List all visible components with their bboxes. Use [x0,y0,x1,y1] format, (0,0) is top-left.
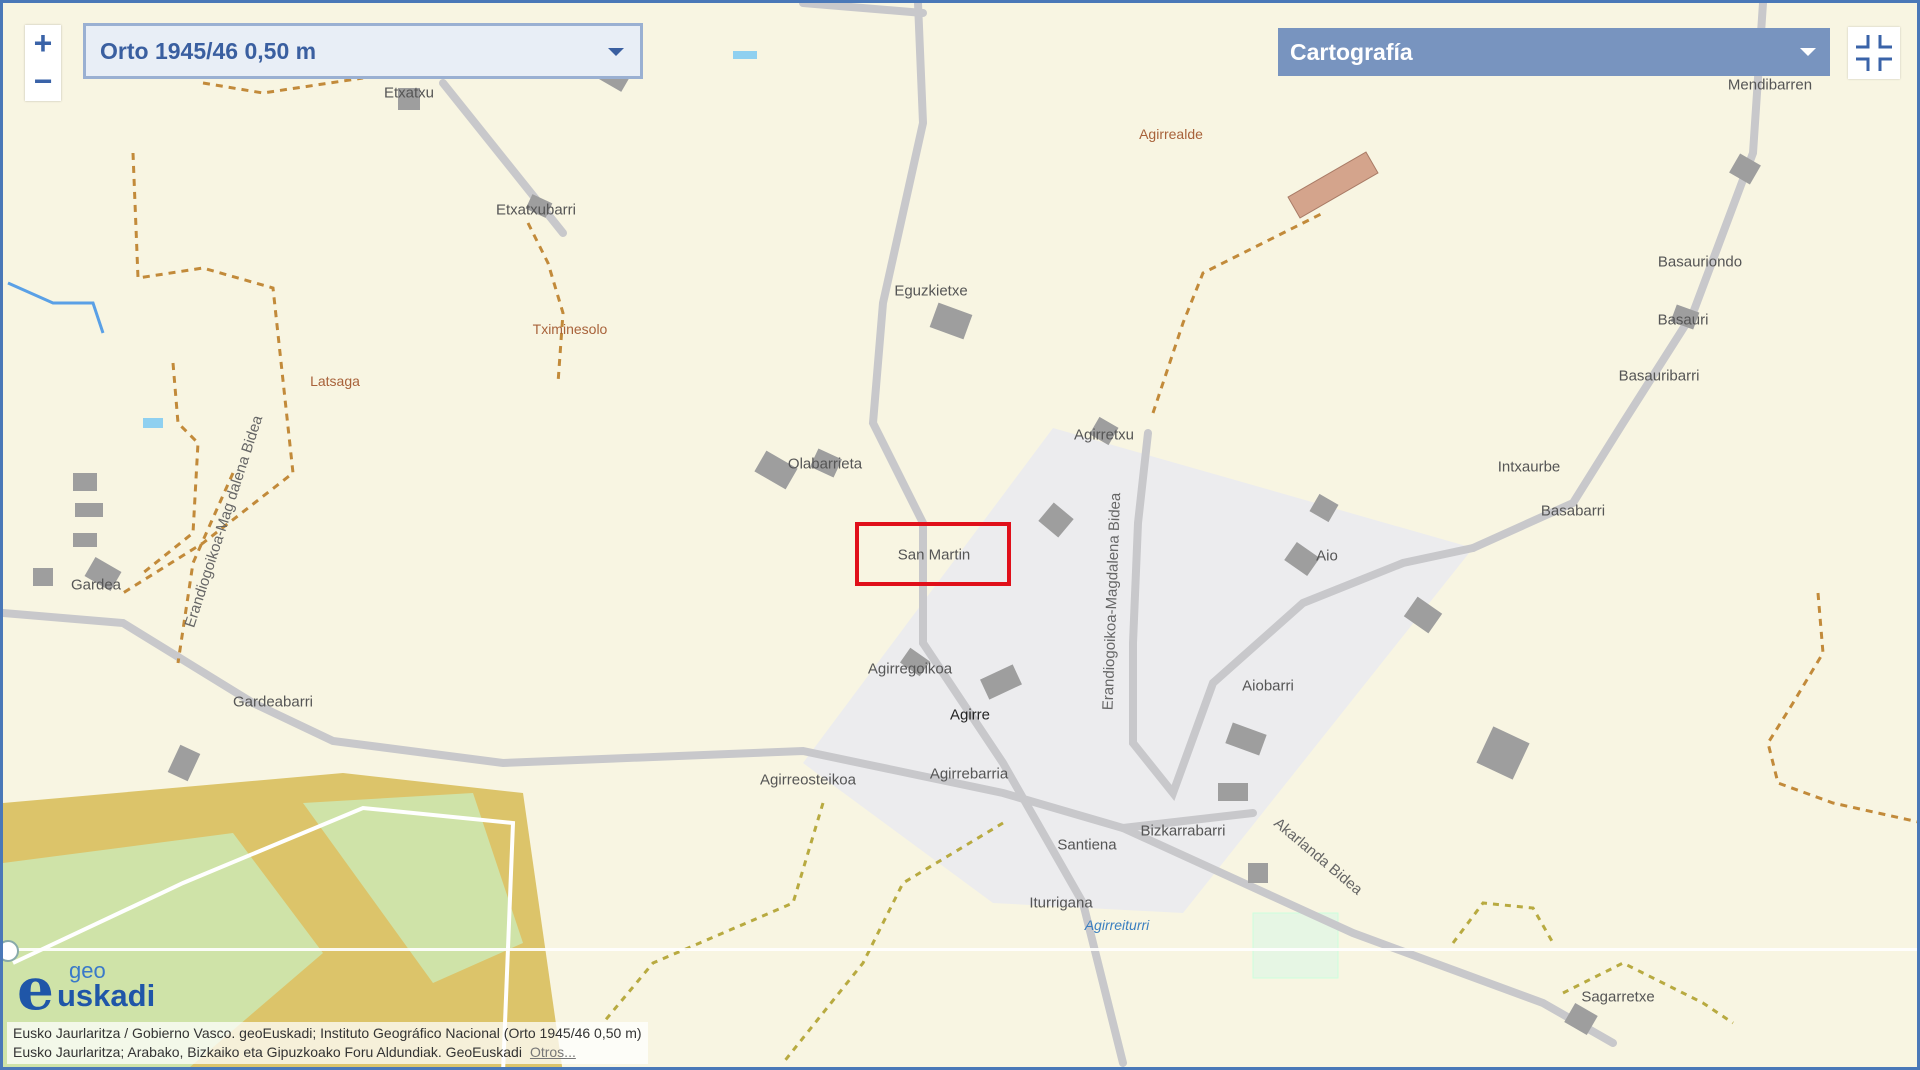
layer-select[interactable]: Orto 1945/46 0,50 m [83,23,643,79]
zoom-control: + − [25,25,61,101]
attribution-more-link[interactable]: Otros... [530,1044,576,1060]
place-label: Agirrebarria [929,765,1009,783]
pond [143,418,163,428]
zoom-out-button[interactable]: − [25,63,61,101]
road [799,3,927,17]
cartography-select-value: Cartografía [1290,39,1413,65]
place-label: Sagarretxe [1581,988,1655,1006]
building [73,473,97,491]
footpath [1766,592,1917,824]
building [167,744,201,782]
map-viewport[interactable]: Etxatxu Etxatxubarri Tximinesolo Latsaga… [0,0,1920,1070]
building [73,533,97,547]
place-label: Mendibarren [1727,76,1813,94]
building [75,503,103,517]
pond [733,51,757,59]
exit-fullscreen-icon [1856,35,1892,71]
building [33,568,53,586]
footpath [526,222,565,384]
footpath [202,76,364,95]
place-label: Latsaga [310,373,360,389]
place-label: Aio [1316,547,1338,565]
stream [7,281,105,334]
footpath [142,362,200,575]
place-label: Iturrigana [1029,894,1093,912]
place-label: Bizkarrabarri [1140,822,1226,840]
place-label: Agirre [949,706,991,724]
layer-select-value: Orto 1945/46 0,50 m [100,38,317,64]
building [929,302,973,340]
geoeuskadi-logo: e geo uskadi [17,958,167,1018]
place-label: Agirreiturri [1084,917,1150,933]
building [1476,726,1530,780]
swipe-line [3,948,1917,951]
footpath [1451,901,1555,944]
place-label: Basauriondo [1657,253,1743,271]
building-orange [1287,151,1379,219]
chevron-down-icon [608,48,624,56]
place-label: Agirreosteikoa [760,771,856,789]
place-label: Gardeabarri [232,693,314,711]
place-label: Agirretxu [1073,426,1135,444]
highlight-box [855,522,1011,586]
place-label: Basauribarri [1618,367,1700,385]
place-label: Eguzkietxe [894,282,968,300]
zoom-in-button[interactable]: + [25,25,61,63]
place-label: Agirrealde [1139,126,1203,142]
place-label: Gardea [70,576,122,594]
attribution-line-1: Eusko Jaurlaritza / Gobierno Vasco. geoE… [13,1025,642,1041]
building [1729,153,1761,185]
place-label: Basauri [1657,311,1709,329]
logo-uskadi: uskadi [57,978,156,1013]
attribution-line-2: Eusko Jaurlaritza; Arabako, Bizkaiko eta… [13,1043,642,1062]
logo-e: e [17,955,54,1023]
attribution-line-2-text: Eusko Jaurlaritza; Arabako, Bizkaiko eta… [13,1044,522,1060]
place-label: Aiobarri [1242,677,1294,695]
footpath [1151,211,1324,414]
place-label: Tximinesolo [532,321,608,337]
place-label: Olabarrieta [787,455,863,473]
place-label: Etxatxu [383,84,435,102]
footpath [122,152,295,595]
cartography-select[interactable]: Cartografía [1278,28,1830,76]
building [1218,783,1248,801]
attribution: Eusko Jaurlaritza / Gobierno Vasco. geoE… [7,1022,648,1064]
place-label: Agirregoikoa [867,660,953,678]
footpath [601,802,825,1024]
exit-fullscreen-button[interactable] [1848,27,1900,79]
place-label: Santiena [1057,836,1117,854]
place-label: Etxatxubarri [495,201,577,219]
building [1248,863,1268,883]
road [1119,824,1617,1047]
chevron-down-icon [1800,48,1816,56]
place-label: Basabarri [1540,502,1606,520]
place-label: Intxaurbe [1497,458,1561,476]
